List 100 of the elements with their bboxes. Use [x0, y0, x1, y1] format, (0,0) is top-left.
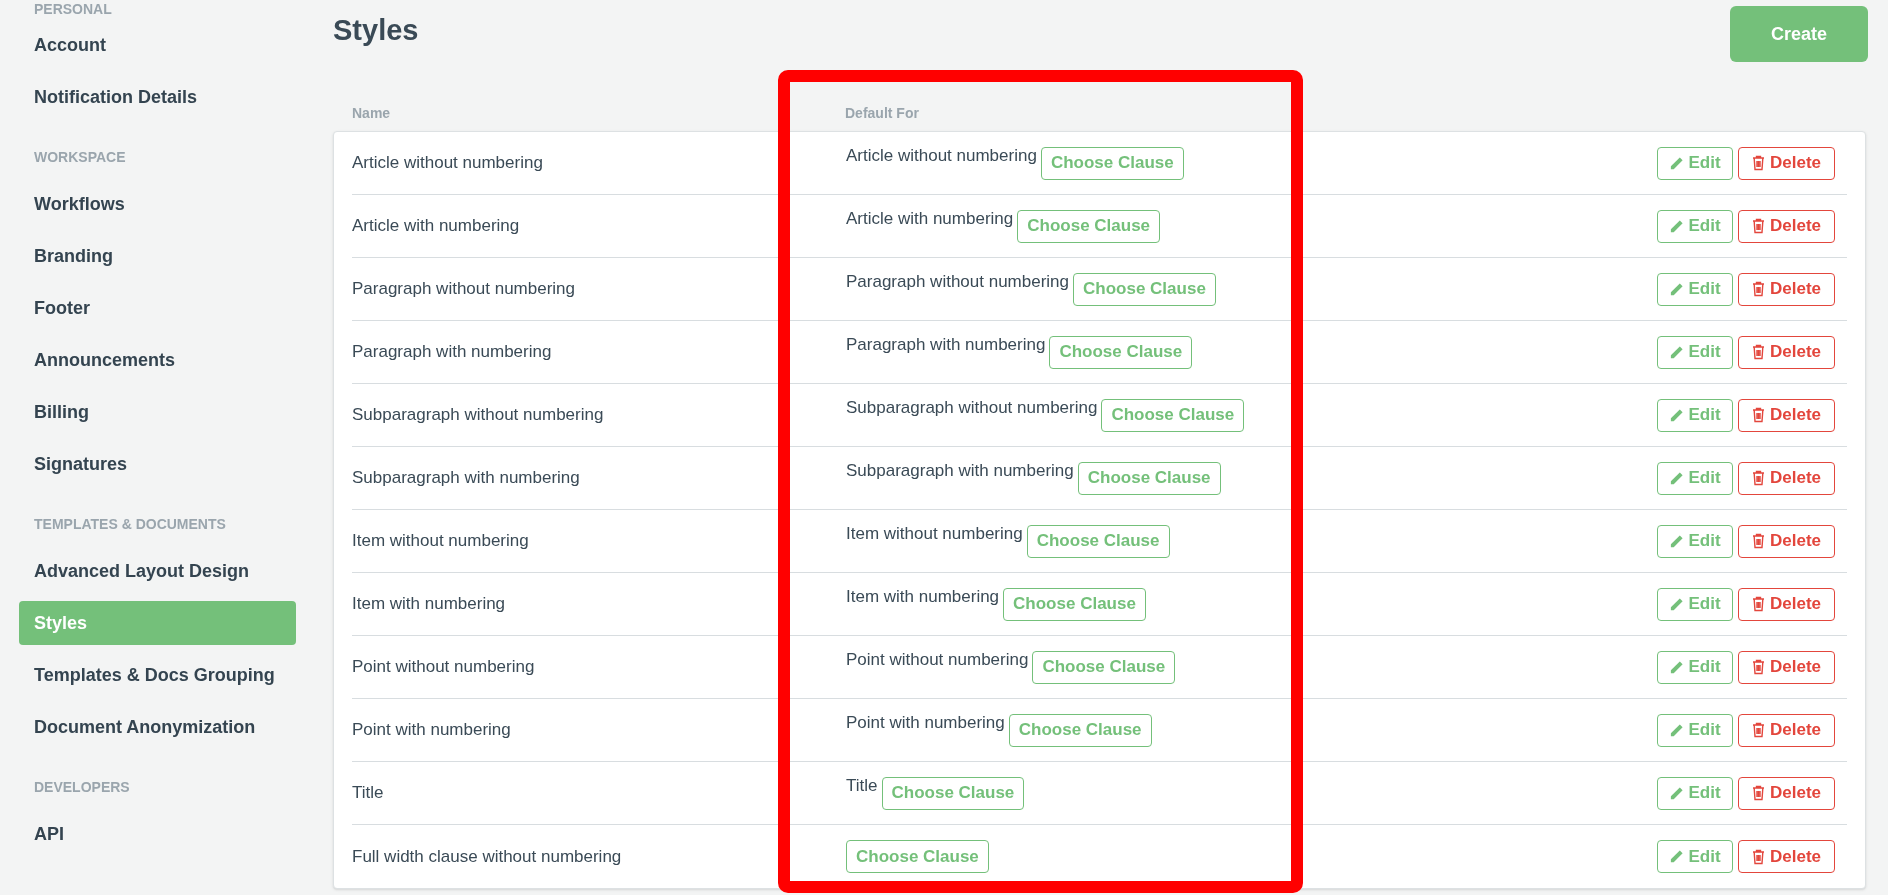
choose-clause-button[interactable]: Choose Clause [1040, 146, 1184, 180]
sidebar-item[interactable]: Styles [19, 601, 296, 645]
default-for-text: Paragraph without numbering [846, 270, 1070, 293]
choose-clause-button[interactable]: Choose Clause [1003, 587, 1146, 621]
choose-clause-button[interactable]: Choose Clause [1026, 524, 1170, 558]
edit-button[interactable]: Edit [1657, 146, 1733, 180]
style-name: Subparagraph with numbering [352, 467, 581, 490]
sidebar-item[interactable]: Workflows [19, 182, 296, 226]
pencil-icon [1669, 596, 1685, 612]
edit-button[interactable]: Edit [1657, 209, 1733, 243]
delete-button[interactable]: Delete [1738, 776, 1835, 810]
choose-clause-button[interactable]: Choose Clause [1101, 398, 1245, 432]
sidebar-item[interactable]: Billing [19, 390, 296, 434]
sidebar-item[interactable]: Notification Details [19, 75, 296, 119]
sidebar-item[interactable]: Account [19, 23, 296, 67]
trash-icon [1752, 848, 1765, 865]
default-for-text: Subparagraph without numbering [846, 396, 1098, 419]
default-for-text: Title [846, 774, 878, 797]
style-name: Article without numbering [352, 152, 544, 175]
delete-button[interactable]: Delete [1738, 335, 1835, 369]
delete-button[interactable]: Delete [1738, 272, 1835, 306]
edit-button[interactable]: Edit [1657, 335, 1733, 369]
column-header: Name [351, 104, 392, 123]
sidebar-item[interactable]: Document Anonymization [19, 705, 296, 749]
edit-button[interactable]: Edit [1657, 398, 1733, 432]
create-button[interactable]: Create [1730, 6, 1868, 62]
default-for-text: Item without numbering [846, 522, 1023, 545]
pencil-icon [1669, 344, 1685, 360]
edit-button[interactable]: Edit [1657, 461, 1733, 495]
trash-icon [1752, 344, 1765, 360]
sidebar-item[interactable]: Advanced Layout Design [19, 549, 296, 593]
trash-icon [1752, 407, 1765, 423]
column-header: Default For [845, 104, 920, 123]
sidebar-item[interactable]: Footer [19, 286, 296, 330]
page-title: Styles [333, 13, 419, 48]
style-name: Item without numbering [352, 530, 530, 553]
pencil-icon [1669, 218, 1685, 234]
trash-icon [1752, 281, 1765, 297]
sidebar-item[interactable]: Branding [19, 234, 296, 278]
delete-button[interactable]: Delete [1738, 209, 1835, 243]
pencil-icon [1669, 155, 1685, 171]
section-heading: PERSONAL [33, 1, 113, 17]
edit-button[interactable]: Edit [1657, 587, 1733, 621]
pencil-icon [1669, 849, 1685, 864]
choose-clause-button[interactable]: Choose Clause [1077, 461, 1221, 495]
delete-button[interactable]: Delete [1738, 146, 1835, 180]
sidebar-item[interactable]: Templates & Docs Grouping [19, 653, 296, 697]
trash-icon [1752, 722, 1765, 738]
edit-button[interactable]: Edit [1657, 840, 1733, 873]
sidebar-item[interactable]: Signatures [19, 442, 296, 486]
trash-icon [1752, 218, 1765, 234]
delete-button[interactable]: Delete [1738, 461, 1835, 495]
edit-button[interactable]: Edit [1657, 272, 1733, 306]
trash-icon [1752, 155, 1765, 171]
style-name: Full width clause without numbering [352, 845, 623, 868]
style-name: Point with numbering [352, 719, 512, 742]
edit-button[interactable]: Edit [1657, 776, 1733, 810]
trash-icon [1752, 596, 1765, 612]
default-for-text: Article without numbering [846, 144, 1037, 167]
pencil-icon [1669, 722, 1685, 738]
edit-button[interactable]: Edit [1657, 650, 1733, 684]
edit-button[interactable]: Edit [1657, 524, 1733, 558]
delete-button[interactable]: Delete [1738, 587, 1835, 621]
pencil-icon [1669, 785, 1685, 801]
edit-button[interactable]: Edit [1657, 713, 1733, 747]
style-name: Point without numbering [352, 656, 536, 679]
choose-clause-button[interactable]: Choose Clause [1017, 209, 1161, 243]
default-for-text: Paragraph with numbering [846, 333, 1046, 356]
sidebar-item[interactable]: Announcements [19, 338, 296, 382]
delete-button[interactable]: Delete [1738, 840, 1835, 873]
delete-button[interactable]: Delete [1738, 650, 1835, 684]
style-name: Paragraph without numbering [352, 278, 577, 301]
pencil-icon [1669, 407, 1685, 423]
choose-clause-button[interactable]: Choose Clause [846, 840, 989, 873]
default-for-text: Point without numbering [846, 648, 1029, 671]
delete-button[interactable]: Delete [1738, 398, 1835, 432]
delete-button[interactable]: Delete [1738, 524, 1835, 558]
style-name: Article with numbering [352, 215, 521, 238]
delete-button[interactable]: Delete [1738, 713, 1835, 747]
sidebar-item[interactable]: API [19, 812, 296, 856]
choose-clause-button[interactable]: Choose Clause [881, 776, 1025, 810]
choose-clause-button[interactable]: Choose Clause [1049, 335, 1193, 369]
style-name: Subparagraph without numbering [352, 404, 605, 427]
trash-icon [1752, 785, 1765, 801]
default-for-text: Article with numbering [846, 207, 1014, 230]
section-heading: DEVELOPERS [33, 778, 131, 797]
pencil-icon [1669, 470, 1685, 486]
choose-clause-button[interactable]: Choose Clause [1073, 272, 1216, 306]
style-name: Paragraph with numbering [352, 341, 553, 364]
trash-icon [1752, 533, 1765, 549]
choose-clause-button[interactable]: Choose Clause [1008, 713, 1152, 747]
default-for-text: Point with numbering [846, 711, 1005, 734]
default-for-text: Item with numbering [846, 585, 1000, 608]
trash-icon [1752, 659, 1765, 675]
section-heading: TEMPLATES & DOCUMENTS [33, 515, 227, 534]
choose-clause-button[interactable]: Choose Clause [1032, 650, 1176, 684]
section-heading: WORKSPACE [33, 148, 127, 167]
style-name: Title [352, 782, 385, 805]
pencil-icon [1669, 281, 1685, 297]
trash-icon [1752, 470, 1765, 486]
